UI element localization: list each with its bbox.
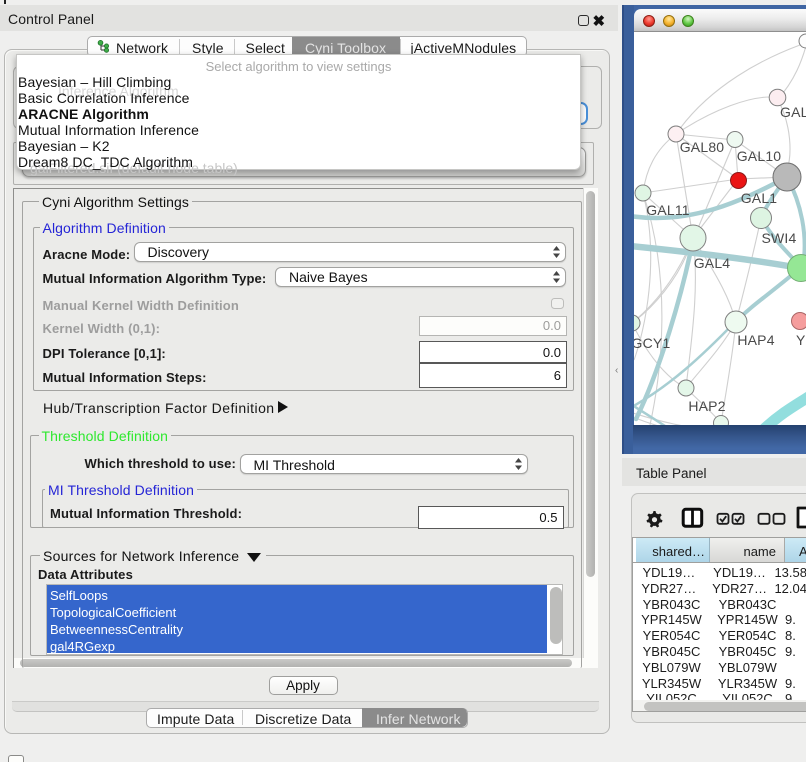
svg-text:SWI4: SWI4: [761, 230, 796, 246]
svg-text:HAP2: HAP2: [688, 398, 725, 414]
svg-text:GAL10: GAL10: [737, 148, 782, 164]
svg-text:YB: YB: [796, 332, 806, 348]
svg-text:GCY1: GCY1: [634, 335, 670, 351]
svg-text:GAL11: GAL11: [646, 202, 690, 218]
svg-text:GAL80: GAL80: [680, 139, 725, 155]
svg-text:GAL1: GAL1: [741, 190, 778, 206]
svg-text:GAL4: GAL4: [694, 255, 731, 271]
svg-text:GAL7: GAL7: [780, 104, 806, 120]
svg-text:HAP4: HAP4: [737, 332, 774, 348]
